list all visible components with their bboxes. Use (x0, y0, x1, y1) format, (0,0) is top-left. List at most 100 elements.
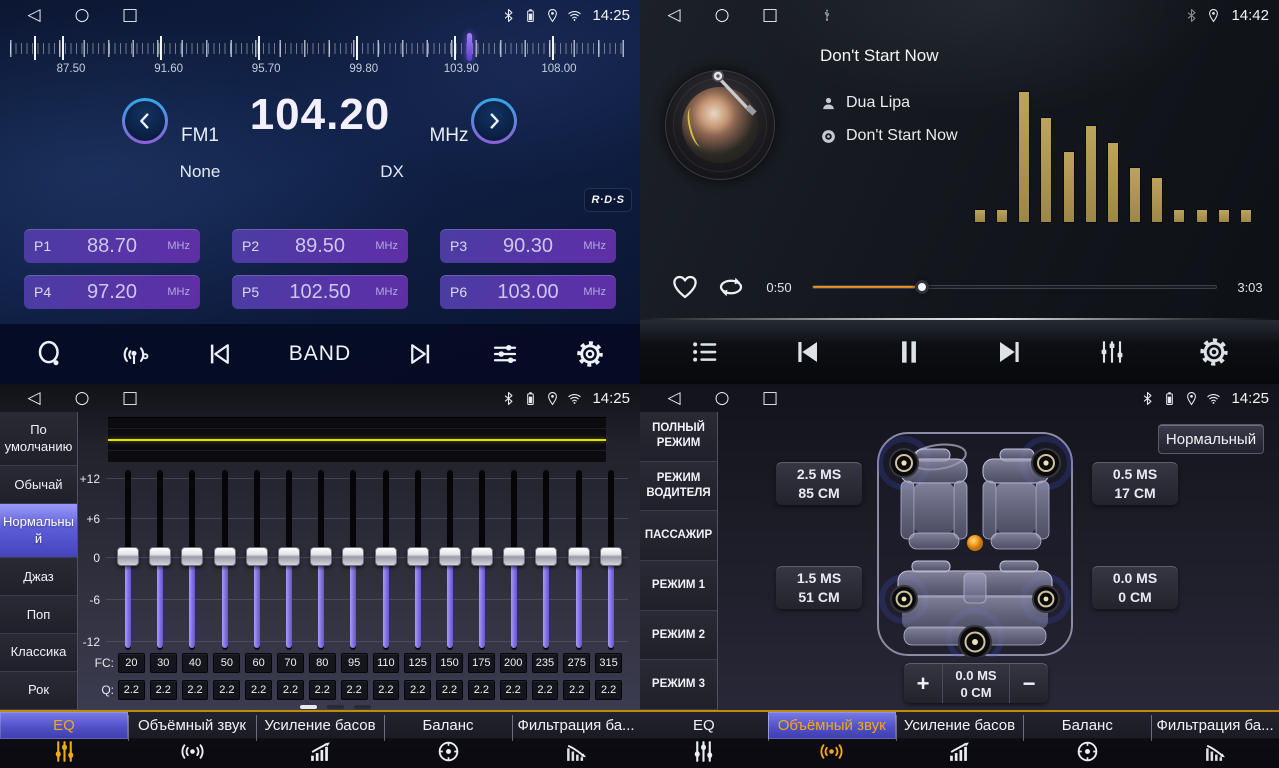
fc-value[interactable]: 175 (468, 653, 495, 673)
band-gain-slider[interactable] (213, 470, 237, 650)
seek-previous-button[interactable] (204, 339, 234, 369)
rear-left-delay[interactable]: 1.5 MS 51 CM (776, 566, 862, 609)
slider-handle[interactable] (600, 547, 622, 566)
slider-handle[interactable] (375, 547, 397, 566)
q-value[interactable]: 2.2 (500, 680, 527, 700)
next-track-button[interactable] (994, 336, 1026, 368)
tune-up-button[interactable] (471, 98, 517, 144)
eq-preset-item[interactable]: Обычай (0, 466, 77, 504)
listening-mode-item[interactable]: РЕЖИМ 2 (640, 611, 717, 661)
fc-value[interactable]: 150 (436, 653, 463, 673)
slider-handle[interactable] (214, 547, 236, 566)
slider-handle[interactable] (181, 547, 203, 566)
progress-bar[interactable] (812, 285, 1217, 289)
audio-tab[interactable]: Усиление басов (896, 712, 1024, 768)
front-left-delay[interactable]: 2.5 MS 85 CM (776, 462, 862, 505)
fc-value[interactable]: 275 (563, 653, 590, 673)
audio-tab[interactable]: Объёмный звук (768, 712, 896, 768)
q-value[interactable]: 2.2 (150, 680, 177, 700)
eq-preset-item[interactable]: Нормальный (0, 504, 77, 558)
band-gain-slider[interactable] (567, 470, 591, 650)
slider-handle[interactable] (535, 547, 557, 566)
home-button[interactable]: ○ (698, 384, 746, 413)
fc-value[interactable]: 200 (500, 653, 527, 673)
band-gain-slider[interactable] (470, 470, 494, 650)
q-value[interactable]: 2.2 (182, 680, 209, 700)
preset-button[interactable]: P4 97.20 MHz (24, 275, 200, 309)
mixer-button[interactable] (1096, 336, 1128, 368)
favorite-button[interactable] (670, 272, 700, 302)
slider-handle[interactable] (278, 547, 300, 566)
audio-tab[interactable]: Объёмный звук (128, 712, 256, 768)
equalizer-button[interactable] (490, 339, 520, 369)
fc-value[interactable]: 95 (341, 653, 368, 673)
fc-value[interactable]: 50 (213, 653, 240, 673)
fc-value[interactable]: 20 (118, 653, 145, 673)
fc-value[interactable]: 125 (404, 653, 431, 673)
band-button[interactable]: BAND (289, 342, 351, 366)
slider-handle[interactable] (439, 547, 461, 566)
listening-mode-item[interactable]: ПАССАЖИР (640, 511, 717, 561)
slider-handle[interactable] (149, 547, 171, 566)
q-value[interactable]: 2.2 (436, 680, 463, 700)
previous-track-button[interactable] (791, 336, 823, 368)
fc-value[interactable]: 40 (182, 653, 209, 673)
q-value[interactable]: 2.2 (404, 680, 431, 700)
audio-tab[interactable]: Фильтрация ба... (1151, 712, 1279, 768)
front-right-delay[interactable]: 0.5 MS 17 CM (1092, 462, 1178, 505)
eq-preset-item[interactable]: Классика (0, 634, 77, 672)
q-value[interactable]: 2.2 (309, 680, 336, 700)
field-preset-button[interactable]: Нормальный (1158, 424, 1264, 454)
slider-handle[interactable] (407, 547, 429, 566)
preset-button[interactable]: P2 89.50 MHz (232, 229, 408, 263)
band-gain-slider[interactable] (502, 470, 526, 650)
preset-button[interactable]: P3 90.30 MHz (440, 229, 616, 263)
scan-button[interactable] (35, 339, 65, 369)
band-gain-slider[interactable] (406, 470, 430, 650)
fc-value[interactable]: 315 (595, 653, 622, 673)
q-value[interactable]: 2.2 (118, 680, 145, 700)
band-gain-slider[interactable] (277, 470, 301, 650)
progress-thumb[interactable] (915, 280, 929, 294)
q-value[interactable]: 2.2 (532, 680, 559, 700)
settings-button[interactable] (1198, 336, 1230, 368)
slider-handle[interactable] (246, 547, 268, 566)
fc-value[interactable]: 80 (309, 653, 336, 673)
slider-handle[interactable] (117, 547, 139, 566)
band-gain-slider[interactable] (180, 470, 204, 650)
listening-mode-item[interactable]: РЕЖИМ 1 (640, 561, 717, 611)
q-value[interactable]: 2.2 (563, 680, 590, 700)
band-gain-slider[interactable] (341, 470, 365, 650)
audio-tab[interactable]: Фильтрация ба... (512, 712, 640, 768)
recents-button[interactable]: □ (106, 384, 154, 413)
back-button[interactable]: ◁ (10, 384, 58, 413)
settings-button[interactable] (575, 339, 605, 369)
eq-preset-item[interactable]: Джаз (0, 558, 77, 596)
decrease-delay-button[interactable]: − (1010, 664, 1048, 703)
band-gain-slider[interactable] (309, 470, 333, 650)
fc-value[interactable]: 60 (245, 653, 272, 673)
back-button[interactable]: ◁ (650, 384, 698, 413)
home-button[interactable]: ○ (58, 0, 106, 30)
slider-handle[interactable] (342, 547, 364, 566)
fc-value[interactable]: 30 (150, 653, 177, 673)
slider-handle[interactable] (568, 547, 590, 566)
broadcast-button[interactable] (120, 339, 150, 369)
home-button[interactable]: ○ (698, 0, 746, 30)
increase-delay-button[interactable]: + (904, 664, 942, 703)
eq-preset-item[interactable]: Поп (0, 596, 77, 634)
audio-tab[interactable]: Баланс (384, 712, 512, 768)
fc-value[interactable]: 235 (532, 653, 559, 673)
recents-button[interactable]: □ (746, 0, 794, 30)
q-value[interactable]: 2.2 (245, 680, 272, 700)
q-value[interactable]: 2.2 (468, 680, 495, 700)
repeat-button[interactable] (716, 272, 746, 302)
q-value[interactable]: 2.2 (595, 680, 622, 700)
pause-button[interactable] (893, 336, 925, 368)
listening-mode-item[interactable]: ПОЛНЫЙ РЕЖИМ (640, 412, 717, 462)
band-gain-slider[interactable] (438, 470, 462, 650)
rear-right-delay[interactable]: 0.0 MS 0 CM (1092, 566, 1178, 609)
fc-value[interactable]: 70 (277, 653, 304, 673)
recents-button[interactable]: □ (106, 0, 154, 30)
fc-value[interactable]: 110 (373, 653, 400, 673)
